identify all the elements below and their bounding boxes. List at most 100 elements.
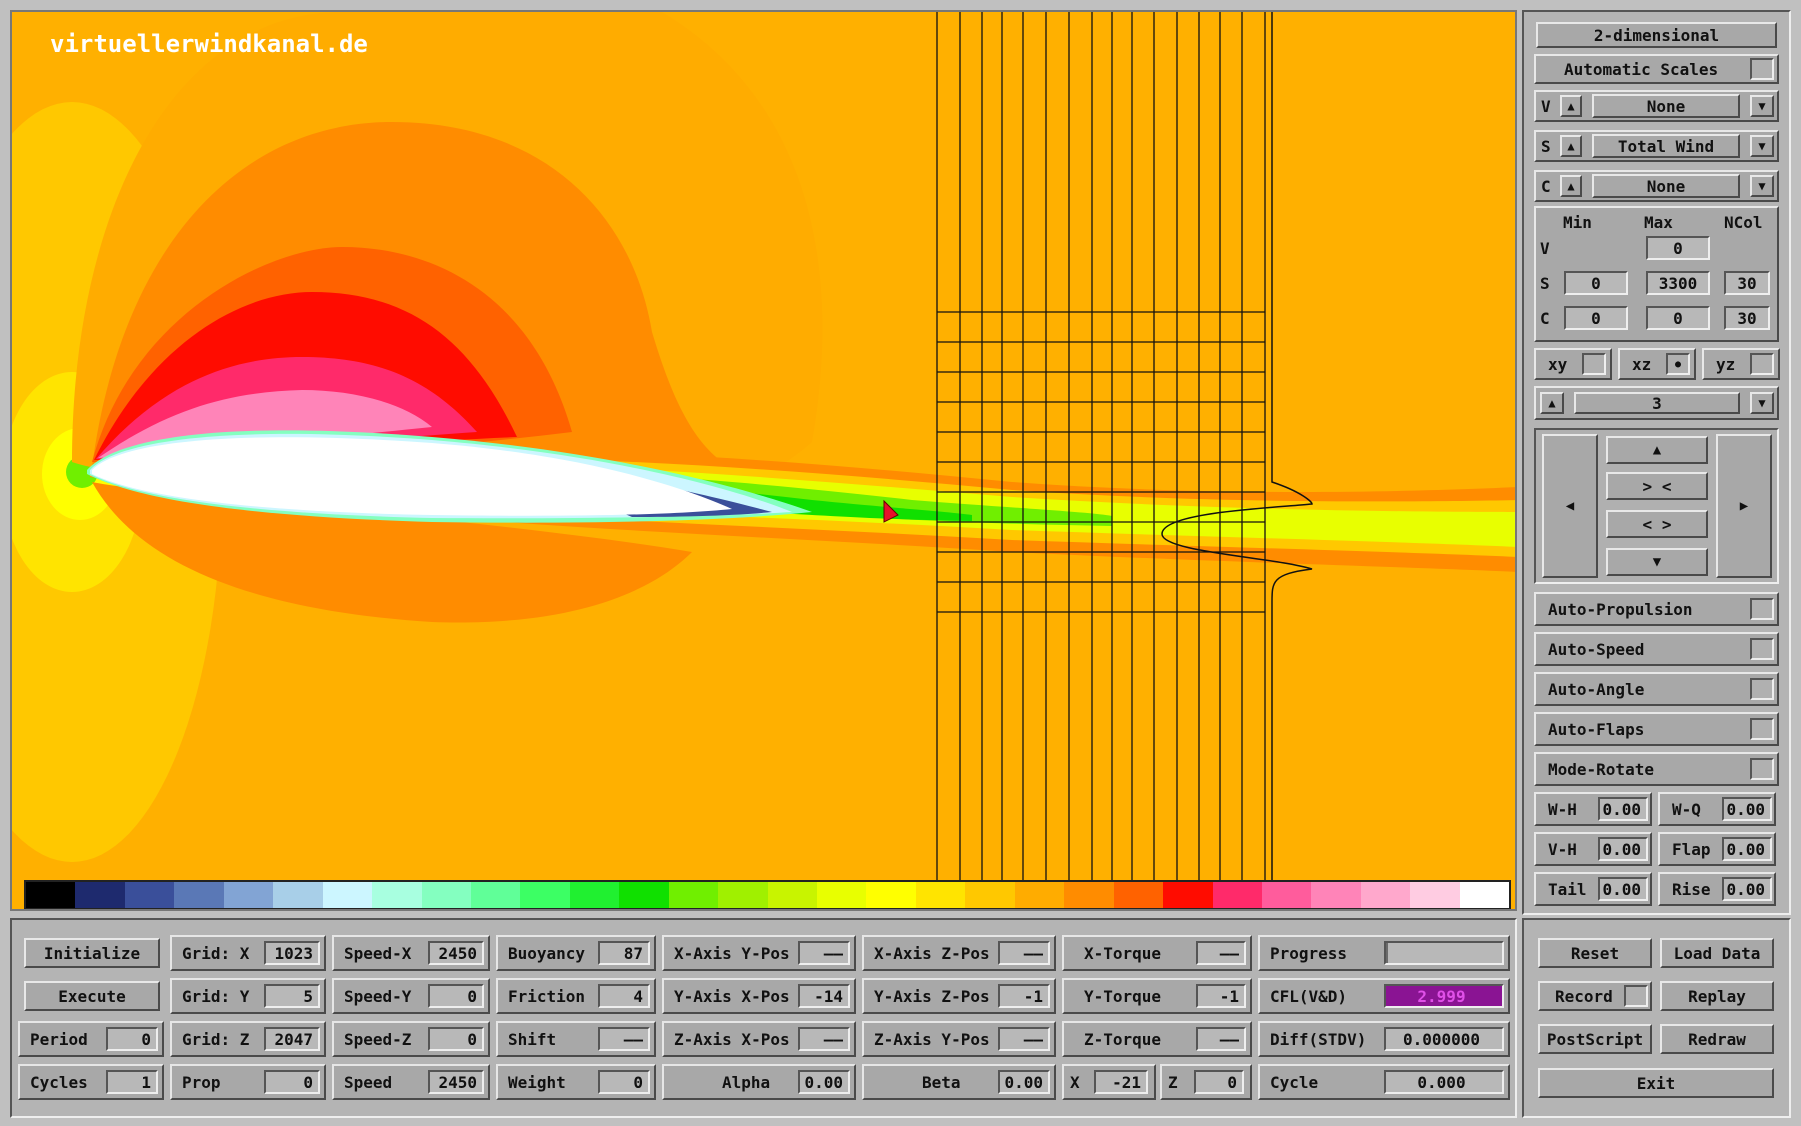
mode-2d-button[interactable]: 2-dimensional	[1536, 22, 1777, 48]
param-field[interactable]: 0	[264, 1070, 320, 1094]
replay-button[interactable]: Replay	[1660, 981, 1774, 1011]
param-label: Y-Axis Z-Pos	[874, 986, 990, 1006]
param-field[interactable]: -14	[798, 984, 850, 1008]
param-field[interactable]: 0.000	[1384, 1070, 1504, 1094]
flow-visualization[interactable]: virtuellerwindkanal.de	[10, 10, 1517, 911]
slice-up-button[interactable]: ▲	[1540, 392, 1564, 414]
redraw-button[interactable]: Redraw	[1660, 1024, 1774, 1054]
param-field[interactable]: 2047	[264, 1027, 320, 1051]
selector-dropdown-button[interactable]: ▼	[1750, 95, 1774, 117]
param-field[interactable]: 1023	[264, 941, 320, 965]
scale-ncol-field[interactable]: 30	[1724, 306, 1770, 330]
param-field[interactable]: ——	[798, 941, 850, 965]
param-field[interactable]: 5	[264, 984, 320, 1008]
selector-up-button[interactable]: ▲	[1560, 175, 1582, 197]
pan-left-button[interactable]: ◀	[1542, 434, 1598, 578]
param-field[interactable]: 2.999	[1384, 984, 1504, 1008]
param-field[interactable]: 87	[598, 941, 650, 965]
param-field[interactable]: ——	[1196, 941, 1246, 965]
color-swatch	[817, 882, 867, 908]
param-field[interactable]: 0.00	[998, 1070, 1050, 1094]
auto-scales-checkbox[interactable]	[1750, 58, 1774, 80]
param-label: Grid: Y	[182, 986, 250, 1006]
selector-dropdown-button[interactable]: ▼	[1750, 175, 1774, 197]
toggle-checkbox[interactable]	[1750, 758, 1774, 780]
param-field[interactable]: -1	[1196, 984, 1246, 1008]
toggle-checkbox[interactable]	[1750, 718, 1774, 740]
pan-up-button[interactable]: ▲	[1606, 436, 1708, 464]
scale-ncol-field[interactable]: 30	[1724, 271, 1770, 295]
selector-value[interactable]: None	[1592, 174, 1740, 198]
color-swatch	[372, 882, 422, 908]
scale-max-field[interactable]: 0	[1646, 236, 1710, 260]
selector-dropdown-button[interactable]: ▼	[1750, 135, 1774, 157]
zoom-out-button[interactable]: < >	[1606, 510, 1708, 538]
record-checkbox[interactable]	[1624, 985, 1648, 1007]
color-swatch	[569, 882, 620, 908]
selector-value[interactable]: Total Wind	[1592, 134, 1740, 158]
param-field[interactable]: 0.00	[1722, 837, 1772, 861]
plane-checkbox[interactable]	[1750, 353, 1774, 375]
param-field[interactable]: 2450	[428, 1070, 484, 1094]
selector-up-button[interactable]: ▲	[1560, 135, 1582, 157]
pan-down-button[interactable]: ▼	[1606, 548, 1708, 576]
scale-min-field[interactable]: 0	[1564, 306, 1628, 330]
scale-min-field[interactable]: 0	[1564, 271, 1628, 295]
param-label: Flap	[1672, 839, 1711, 859]
pan-right-button[interactable]: ▶	[1716, 434, 1772, 578]
param-field[interactable]: 0.000000	[1384, 1027, 1504, 1051]
slice-down-button[interactable]: ▼	[1750, 392, 1774, 414]
param-field[interactable]: 0.00	[1598, 797, 1648, 821]
color-swatch	[26, 882, 76, 908]
color-scale-bar	[24, 880, 1511, 909]
color-swatch	[619, 882, 669, 908]
param-label: Rise	[1672, 879, 1711, 899]
reset-button[interactable]: Reset	[1538, 938, 1652, 968]
toggle-label: Auto-Angle	[1548, 679, 1645, 699]
toggle-label: Auto-Flaps	[1548, 719, 1645, 739]
param-field[interactable]: 0	[106, 1027, 158, 1051]
z-field[interactable]: 0	[1194, 1070, 1244, 1094]
toggle-checkbox[interactable]	[1750, 598, 1774, 620]
selector-up-button[interactable]: ▲	[1560, 95, 1582, 117]
param-field[interactable]: 0.00	[1722, 797, 1772, 821]
param-field[interactable]: ——	[598, 1027, 650, 1051]
param-label: Z-Axis X-Pos	[674, 1029, 790, 1049]
param-field[interactable]: 0	[598, 1070, 650, 1094]
exit-button[interactable]: Exit	[1538, 1068, 1774, 1098]
param-field[interactable]: ——	[1196, 1027, 1246, 1051]
execute-button[interactable]: Execute	[24, 981, 160, 1011]
param-field[interactable]: 0	[428, 1027, 484, 1051]
param-label: Diff(STDV)	[1270, 1029, 1367, 1049]
param-field[interactable]: 0.00	[1598, 877, 1648, 901]
scale-max-field[interactable]: 0	[1646, 306, 1710, 330]
x-field[interactable]: -21	[1094, 1070, 1148, 1094]
zoom-in-button[interactable]: > <	[1606, 472, 1708, 500]
initialize-button[interactable]: Initialize	[24, 938, 160, 968]
param-label: Grid: X	[182, 943, 250, 963]
selector-letter: V	[1541, 96, 1551, 116]
param-field[interactable]: 2450	[428, 941, 484, 965]
param-field[interactable]: 1	[106, 1070, 158, 1094]
postscript-button[interactable]: PostScript	[1538, 1024, 1652, 1054]
param-field[interactable]: -1	[998, 984, 1050, 1008]
toggle-checkbox[interactable]	[1750, 638, 1774, 660]
param-field[interactable]: ——	[798, 1027, 850, 1051]
param-label: Tail	[1548, 879, 1587, 899]
param-label: Z-Axis Y-Pos	[874, 1029, 990, 1049]
plane-checkbox[interactable]: ●	[1666, 353, 1690, 375]
auto-scales-label: Automatic Scales	[1564, 59, 1719, 79]
param-field[interactable]: 0.00	[1722, 877, 1772, 901]
plane-checkbox[interactable]	[1582, 353, 1606, 375]
param-field[interactable]: 4	[598, 984, 650, 1008]
param-field[interactable]: 0	[428, 984, 484, 1008]
param-label: Z-Torque	[1084, 1029, 1162, 1049]
load-data-button[interactable]: Load Data	[1660, 938, 1774, 968]
param-field[interactable]: ——	[998, 941, 1050, 965]
scale-max-field[interactable]: 3300	[1646, 271, 1710, 295]
param-field[interactable]: 0.00	[1598, 837, 1648, 861]
selector-value[interactable]: None	[1592, 94, 1740, 118]
param-field[interactable]: ——	[998, 1027, 1050, 1051]
param-field[interactable]: 0.00	[798, 1070, 850, 1094]
toggle-checkbox[interactable]	[1750, 678, 1774, 700]
